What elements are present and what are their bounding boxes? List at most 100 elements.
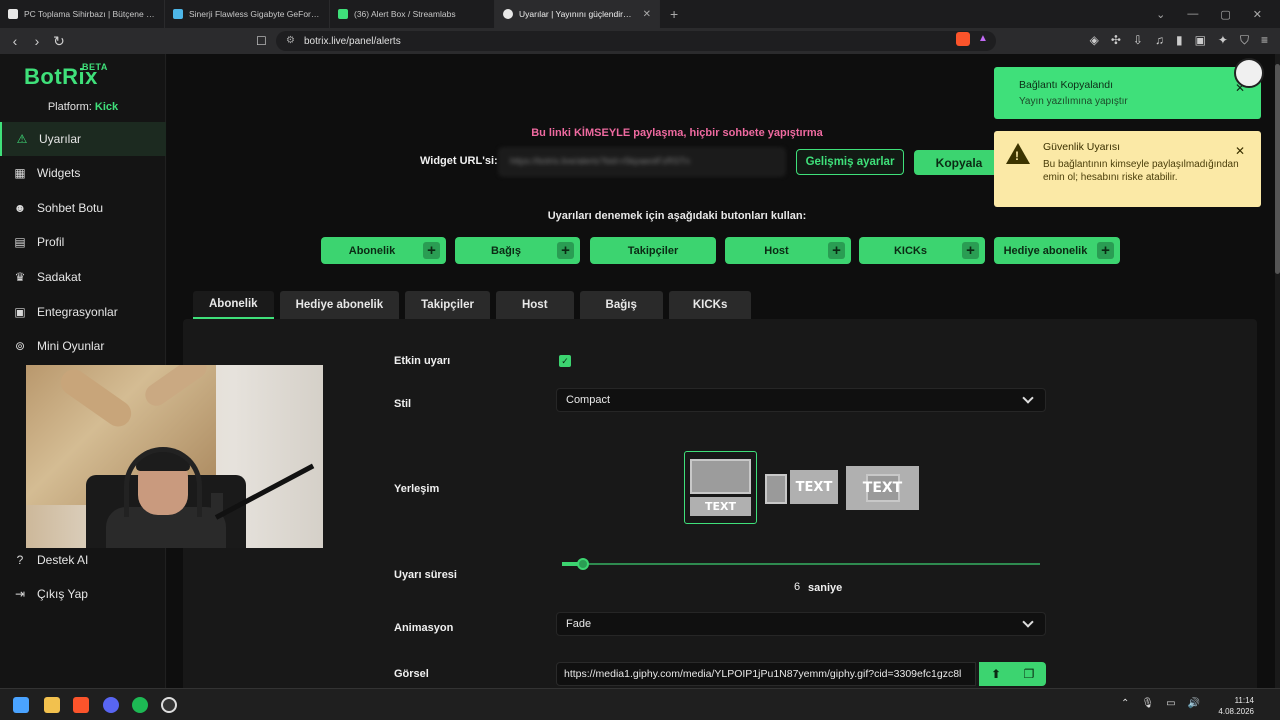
wallet-icon[interactable]: ▣ — [1195, 33, 1206, 48]
sidebar-item-uyarilar[interactable]: ⚠ Uyarılar — [0, 122, 166, 156]
layout-option-side[interactable]: TEXT — [764, 470, 838, 504]
vpn-icon[interactable]: ⛉ — [1240, 33, 1249, 48]
sidebar-item-profil[interactable]: ▤ Profil — [0, 225, 166, 259]
layout-option-stacked[interactable]: TEXT — [684, 451, 757, 524]
file-explorer-icon[interactable] — [44, 697, 60, 713]
windows-start-icon[interactable] — [13, 697, 29, 713]
sidebar-item-mini-oyunlar[interactable]: ⊚ Mini Oyunlar — [0, 329, 166, 363]
grid-icon: ▦ — [14, 166, 26, 180]
button-label: Takipçiler — [627, 244, 679, 257]
new-tab-icon[interactable]: + — [660, 0, 688, 28]
brave-rewards-icon[interactable]: ▲ — [978, 33, 988, 44]
reload-icon[interactable]: ↻ — [48, 33, 70, 50]
sidebar-item-widgets[interactable]: ▦ Widgets — [0, 156, 166, 190]
sidebar-item-cikis-yap[interactable]: ⇥ Çıkış Yap — [0, 577, 166, 611]
shield-icon[interactable]: ◈ — [1090, 33, 1099, 48]
close-icon[interactable]: ✕ — [1235, 144, 1245, 158]
tab-takipciler[interactable]: Takipçiler — [405, 291, 490, 319]
upload-button[interactable]: ⬆ — [979, 662, 1013, 686]
button-label: Bağış — [491, 244, 521, 257]
test-abonelik-button[interactable]: Abonelik + — [321, 237, 446, 264]
spotify-icon[interactable] — [132, 697, 148, 713]
image-icon — [765, 474, 787, 504]
sidebar-item-sohbet-botu[interactable]: ☻ Sohbet Botu — [0, 191, 166, 225]
volume-icon[interactable]: 🔊 — [1188, 698, 1200, 709]
clock[interactable]: 11:14 4.08.2026 — [1218, 695, 1254, 717]
sidebar-item-sadakat[interactable]: ♛ Sadakat — [0, 260, 166, 294]
forward-icon[interactable]: › — [26, 33, 48, 49]
close-tab-icon[interactable]: ✕ — [643, 9, 651, 20]
logo[interactable]: BotRix BETA — [24, 62, 107, 90]
test-takipciler-button[interactable]: Takipçiler — [590, 237, 716, 264]
toast-title: Bağlantı Kopyalandı — [1019, 79, 1113, 91]
platform-label: Platform: — [47, 101, 92, 113]
taskbar: ⌃ 🎙 ▭ 🔊 11:14 4.08.2026 — [0, 688, 1280, 720]
minimize-icon[interactable]: — — [1187, 8, 1198, 20]
discord-icon[interactable] — [103, 697, 119, 713]
microphone-icon[interactable]: 🎙 — [1141, 698, 1154, 709]
duration-slider-track[interactable] — [562, 563, 1040, 565]
sidebar-item-destek-ai[interactable]: ? Destek AI — [0, 543, 166, 577]
ai-icon[interactable]: ✦ — [1218, 33, 1228, 48]
bookmark-icon[interactable]: ☐ — [256, 34, 267, 48]
download-icon[interactable]: ⇩ — [1133, 33, 1143, 48]
scrollbar[interactable] — [1275, 54, 1280, 688]
browser-tab-4[interactable]: Uyarılar | Yayınını güçlendirmek ✕ — [495, 0, 660, 28]
avatar[interactable] — [1234, 58, 1264, 88]
browser-tab-1[interactable]: PC Toplama Sihirbazı | Bütçene Göre — [0, 0, 165, 28]
test-host-button[interactable]: Host + — [725, 237, 851, 264]
style-select[interactable]: Compact — [556, 388, 1046, 412]
browser-tab-3[interactable]: (36) Alert Box / Streamlabs — [330, 0, 495, 28]
toast-body: Yayın yazılımına yapıştır — [1019, 96, 1128, 107]
layout-option-overlay[interactable]: TEXT — [846, 466, 919, 510]
duration-slider-handle[interactable] — [577, 558, 589, 570]
test-hediye-abonelik-button[interactable]: Hediye abonelik + — [994, 237, 1120, 264]
tab-kicks[interactable]: KICKs — [668, 291, 752, 319]
copy-button[interactable]: Kopyala — [914, 150, 1004, 175]
tab-title: Uyarılar | Yayınını güçlendirmek — [519, 9, 637, 19]
upload-icon: ⬆ — [990, 667, 1002, 681]
toast-body: Bu bağlantının kimseyle paylaşılmadığınd… — [1043, 159, 1239, 183]
site-info-icon[interactable]: ⚙ — [286, 35, 295, 46]
url-field[interactable]: ⚙ botrix.live/panel/alerts — [276, 31, 996, 51]
browser-tab-2[interactable]: Sinerji Flawless Gigabyte GeForce R — [165, 0, 330, 28]
brave-shield-icon[interactable] — [956, 32, 970, 46]
test-kicks-button[interactable]: KICKs + — [859, 237, 985, 264]
gallery-button[interactable]: ❐ — [1012, 662, 1046, 686]
tab-hediye-abonelik[interactable]: Hediye abonelik — [279, 291, 400, 319]
puzzle-icon[interactable]: ✣ — [1111, 33, 1121, 48]
image-url-input[interactable]: https://media1.giphy.com/media/YLPOIP1jP… — [556, 662, 976, 686]
tab-abonelik[interactable]: Abonelik — [193, 291, 274, 319]
platform-value: Kick — [94, 101, 119, 113]
sidebar-item-label: Entegrasyonlar — [37, 305, 118, 319]
button-label: Abonelik — [348, 244, 396, 257]
menu-icon[interactable]: ≡ — [1261, 33, 1268, 48]
tab-host[interactable]: Host — [495, 291, 574, 319]
button-label: Host — [764, 244, 789, 257]
test-bagis-button[interactable]: Bağış + — [455, 237, 580, 264]
page-icon — [8, 9, 18, 19]
scrollbar-thumb[interactable] — [1275, 64, 1280, 274]
platform-indicator: Platform: Kick — [0, 101, 166, 113]
widget-url-input[interactable]: https://botrix.live/alerts?bid=r5kpaeotF… — [499, 148, 785, 176]
obs-icon[interactable] — [161, 697, 177, 713]
animation-select[interactable]: Fade — [556, 612, 1046, 636]
image-label: Görsel — [394, 668, 429, 680]
plus-icon: + — [828, 242, 845, 259]
beta-badge: BETA — [82, 62, 108, 72]
sidebar-icon[interactable]: ▮ — [1176, 33, 1183, 48]
back-icon[interactable]: ‹ — [4, 33, 26, 49]
chevron-down-icon[interactable]: ⌄ — [1156, 8, 1165, 21]
brave-browser-icon[interactable] — [73, 697, 89, 713]
advanced-settings-button[interactable]: Gelişmiş ayarlar — [796, 149, 904, 175]
sidebar-item-entegrasyonlar[interactable]: ▣ Entegrasyonlar — [0, 295, 166, 329]
maximize-icon[interactable]: ▢ — [1220, 8, 1230, 21]
enabled-label: Etkin uyarı — [394, 355, 451, 367]
style-value: Compact — [566, 394, 611, 406]
chevron-up-icon[interactable]: ⌃ — [1121, 698, 1129, 709]
tab-bagis[interactable]: Bağış — [579, 291, 663, 319]
music-icon[interactable]: ♫ — [1155, 33, 1164, 48]
close-icon[interactable]: ✕ — [1253, 8, 1262, 21]
monitor-icon[interactable]: ▭ — [1166, 698, 1175, 709]
enabled-checkbox[interactable]: ✓ — [559, 355, 571, 367]
